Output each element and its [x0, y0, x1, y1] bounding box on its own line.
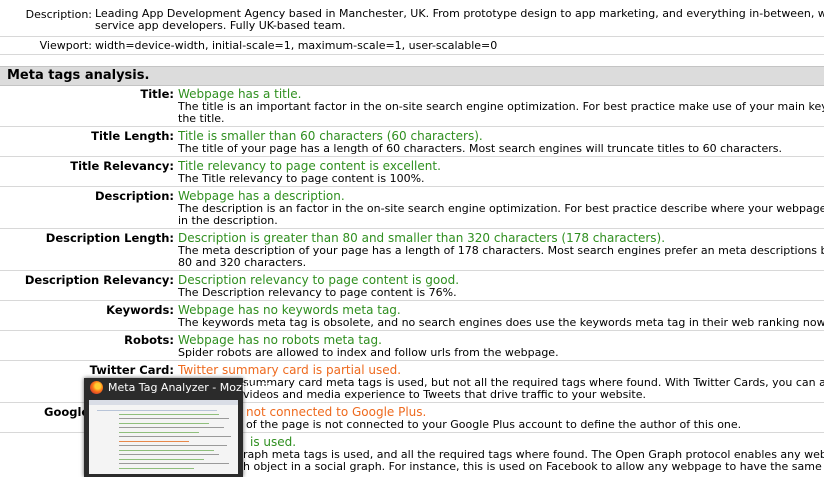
preview-line: [119, 436, 231, 437]
row-value-continued: raph meta tags is used, and all the requ…: [243, 449, 824, 473]
value-line: The title of your page has a length of 6…: [178, 142, 783, 155]
preview-line: [119, 463, 229, 464]
row-value: not connected to Google Plus. of the pag…: [246, 405, 824, 431]
value-line: 80 and 320 characters.: [178, 256, 307, 269]
row-label: Keywords:: [106, 303, 174, 317]
row-value: Description is greater than 80 and small…: [178, 231, 824, 269]
analysis-row-title-relevancy: Title Relevancy: Title relevancy to page…: [0, 157, 824, 187]
analysis-row-description: Description: Webpage has a description. …: [0, 187, 824, 229]
row-value: Webpage has no robots meta tag. Spider r…: [178, 333, 824, 359]
row-label: Description Length:: [45, 231, 174, 245]
analysis-row-title: Title: Webpage has a title. The title is…: [0, 85, 824, 127]
status-text: Title relevancy to page content is excel…: [178, 159, 441, 173]
analysis-row-robots: Robots: Webpage has no robots meta tag. …: [0, 331, 824, 361]
row-value-continued: summary card meta tags is used, but not …: [243, 377, 824, 401]
value-line: h object in a social graph. For instance…: [243, 460, 822, 473]
row-label: Description:: [25, 8, 92, 21]
analysis-row-title-length: Title Length: Title is smaller than 60 c…: [0, 127, 824, 157]
preview-line: [119, 468, 194, 469]
preview-line: [119, 441, 189, 442]
status-text: Description is greater than 80 and small…: [178, 231, 666, 245]
analysis-row-description-length: Description Length: Description is great…: [0, 229, 824, 271]
section-title: Meta tags analysis.: [7, 68, 150, 83]
row-label: Description:: [95, 189, 174, 203]
preview-line: [119, 445, 227, 446]
status-text: Webpage has a description.: [178, 189, 345, 203]
value-line: The Description relevancy to page conten…: [178, 286, 457, 299]
row-value: Title is smaller than 60 characters (60 …: [178, 129, 824, 155]
status-text: Webpage has no robots meta tag.: [178, 333, 382, 347]
status-text: not connected to Google Plus.: [246, 405, 427, 419]
taskbar-window-preview[interactable]: Meta Tag Analyzer - Mozilla Fir...: [84, 378, 284, 477]
row-label: Title Relevancy:: [70, 159, 174, 173]
value-line: The title is an important factor in the …: [178, 100, 824, 113]
value-line: Spider robots are allowed to index and f…: [178, 346, 559, 359]
status-text: Webpage has a title.: [178, 87, 302, 101]
preview-line: [119, 427, 224, 428]
row-value: Webpage has no keywords meta tag. The ke…: [178, 303, 824, 329]
preview-line: [119, 423, 209, 424]
meta-row-description-raw: Description: Leading App Development Age…: [0, 0, 824, 37]
section-header: Meta tags analysis.: [0, 66, 824, 86]
value-line: in the description.: [178, 214, 278, 227]
status-text: is used.: [250, 435, 297, 449]
row-value: Twitter summary card is partial used.: [178, 363, 824, 377]
status-text: Twitter summary card is partial used.: [178, 363, 402, 377]
firefox-icon: [90, 381, 103, 394]
row-value: Webpage has a title. The title is an imp…: [178, 87, 824, 125]
value-line: the title.: [178, 112, 225, 125]
value-line: service app developers. Fully UK-based t…: [95, 19, 346, 32]
preview-line: [119, 450, 214, 451]
row-value: Title relevancy to page content is excel…: [178, 159, 824, 185]
analysis-row-keywords: Keywords: Webpage has no keywords meta t…: [0, 301, 824, 331]
status-text: Title is smaller than 60 characters (60 …: [178, 129, 483, 143]
row-label: Title Length:: [91, 129, 174, 143]
status-text: Webpage has no keywords meta tag.: [178, 303, 401, 317]
row-value: is used.: [250, 435, 824, 449]
row-label: Viewport:: [39, 39, 92, 52]
preview-line: [119, 418, 229, 419]
analysis-row-description-relevancy: Description Relevancy: Description relev…: [0, 271, 824, 301]
preview-line: [119, 454, 219, 455]
row-label: Twitter Card:: [89, 363, 174, 377]
status-text: Description relevancy to page content is…: [178, 273, 460, 287]
row-label: Title:: [140, 87, 174, 101]
value-line: The keywords meta tag is obsolete, and n…: [178, 316, 824, 329]
preview-line: [119, 414, 219, 415]
row-value: Webpage has a description. The descripti…: [178, 189, 824, 227]
row-value: width=device-width, initial-scale=1, max…: [95, 39, 498, 52]
meta-row-viewport-raw: Viewport: width=device-width, initial-sc…: [0, 37, 824, 55]
preview-line: [119, 459, 204, 460]
preview-line: [97, 410, 217, 411]
row-label: Robots:: [124, 333, 174, 347]
row-label: Google: [44, 405, 90, 419]
value-line: of the page is not connected to your Goo…: [246, 418, 742, 431]
value-line: videos and media experience to Tweets th…: [243, 388, 647, 401]
preview-line: [119, 432, 199, 433]
value-line: The Title relevancy to page content is 1…: [178, 172, 425, 185]
preview-window-title: Meta Tag Analyzer - Mozilla Fir...: [108, 381, 284, 394]
row-value: Description relevancy to page content is…: [178, 273, 824, 299]
row-label: Description Relevancy:: [24, 273, 174, 287]
preview-toolbar: [89, 400, 238, 405]
preview-thumbnail: [89, 400, 238, 474]
row-value: Leading App Development Agency based in …: [95, 8, 824, 32]
